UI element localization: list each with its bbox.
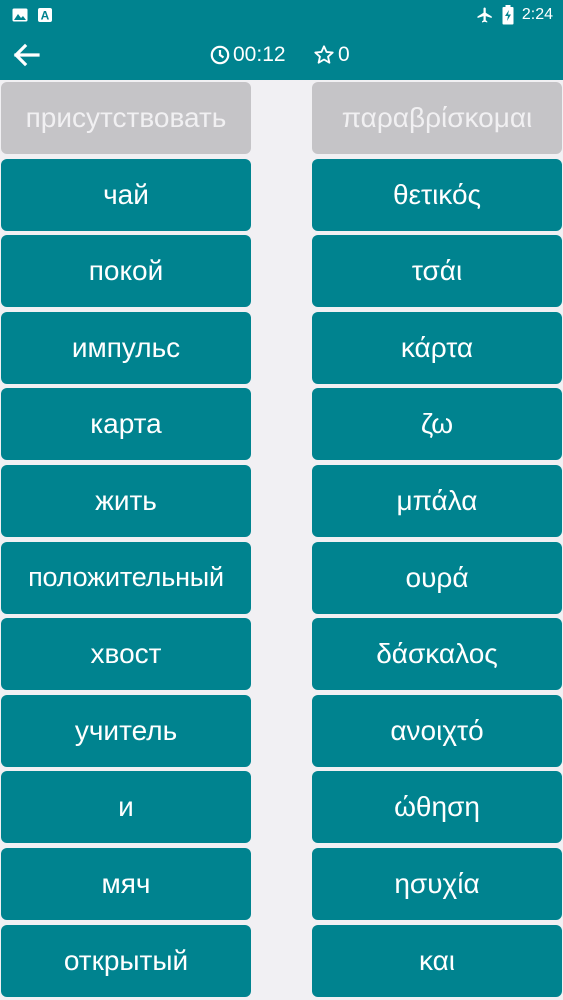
word-tile-el[interactable]: δάσκαλος — [312, 618, 562, 691]
app-a-icon: A — [38, 8, 52, 22]
score-value: 0 — [338, 43, 350, 66]
word-tile-ru[interactable]: карта — [1, 388, 251, 461]
clock-icon — [210, 45, 230, 65]
airplane-icon — [476, 6, 494, 24]
russian-word-column: присутствовать чай покой импульс карта ж… — [1, 82, 251, 1000]
status-bar-notifications: A — [12, 8, 52, 22]
status-bar: A 2:24 — [0, 0, 563, 30]
image-icon — [12, 8, 28, 22]
word-tile-el[interactable]: ανοιχτό — [312, 694, 562, 767]
word-tile-el[interactable]: μπάλα — [312, 464, 562, 537]
clock-time: 2:24 — [521, 6, 553, 23]
word-tile-el[interactable]: ουρά — [312, 541, 562, 614]
star-outline-icon — [313, 44, 335, 66]
word-tile-el[interactable]: κάρτα — [312, 311, 562, 384]
arrow-left-icon — [12, 43, 40, 67]
word-tile-ru[interactable]: жить — [1, 464, 251, 537]
word-tile-ru[interactable]: чай — [1, 158, 251, 231]
word-tile-ru[interactable]: и — [1, 771, 251, 844]
word-tile-ru: присутствовать — [1, 82, 251, 154]
score: 0 — [313, 42, 350, 68]
word-tile-el[interactable]: θετικός — [312, 158, 562, 231]
status-bar-system: 2:24 — [476, 5, 553, 25]
word-tile-ru[interactable]: мяч — [1, 847, 251, 920]
app-toolbar: 00:12 0 — [0, 30, 563, 80]
word-tile-ru[interactable]: открытый — [1, 924, 251, 997]
word-tile-ru[interactable]: положительный — [1, 541, 251, 614]
word-tile-el[interactable]: ησυχία — [312, 847, 562, 920]
greek-word-column: παραβρίσκομαι θετικός τσάι κάρτα ζω μπάλ… — [312, 82, 562, 1000]
word-tile-ru[interactable]: покой — [1, 235, 251, 308]
back-button[interactable] — [8, 38, 44, 72]
word-tile-ru[interactable]: импульс — [1, 311, 251, 384]
word-tile-el[interactable]: ζω — [312, 388, 562, 461]
word-tile-el[interactable]: τσάι — [312, 235, 562, 308]
svg-text:A: A — [41, 9, 50, 23]
word-tile-ru[interactable]: учитель — [1, 694, 251, 767]
timer: 00:12 — [210, 42, 286, 68]
battery-charging-icon — [502, 5, 514, 25]
word-tile-el: παραβρίσκομαι — [312, 82, 562, 154]
word-tile-el[interactable]: ώθηση — [312, 771, 562, 844]
timer-value: 00:12 — [233, 43, 286, 66]
word-tile-ru[interactable]: хвост — [1, 618, 251, 691]
word-tile-el[interactable]: και — [312, 924, 562, 997]
